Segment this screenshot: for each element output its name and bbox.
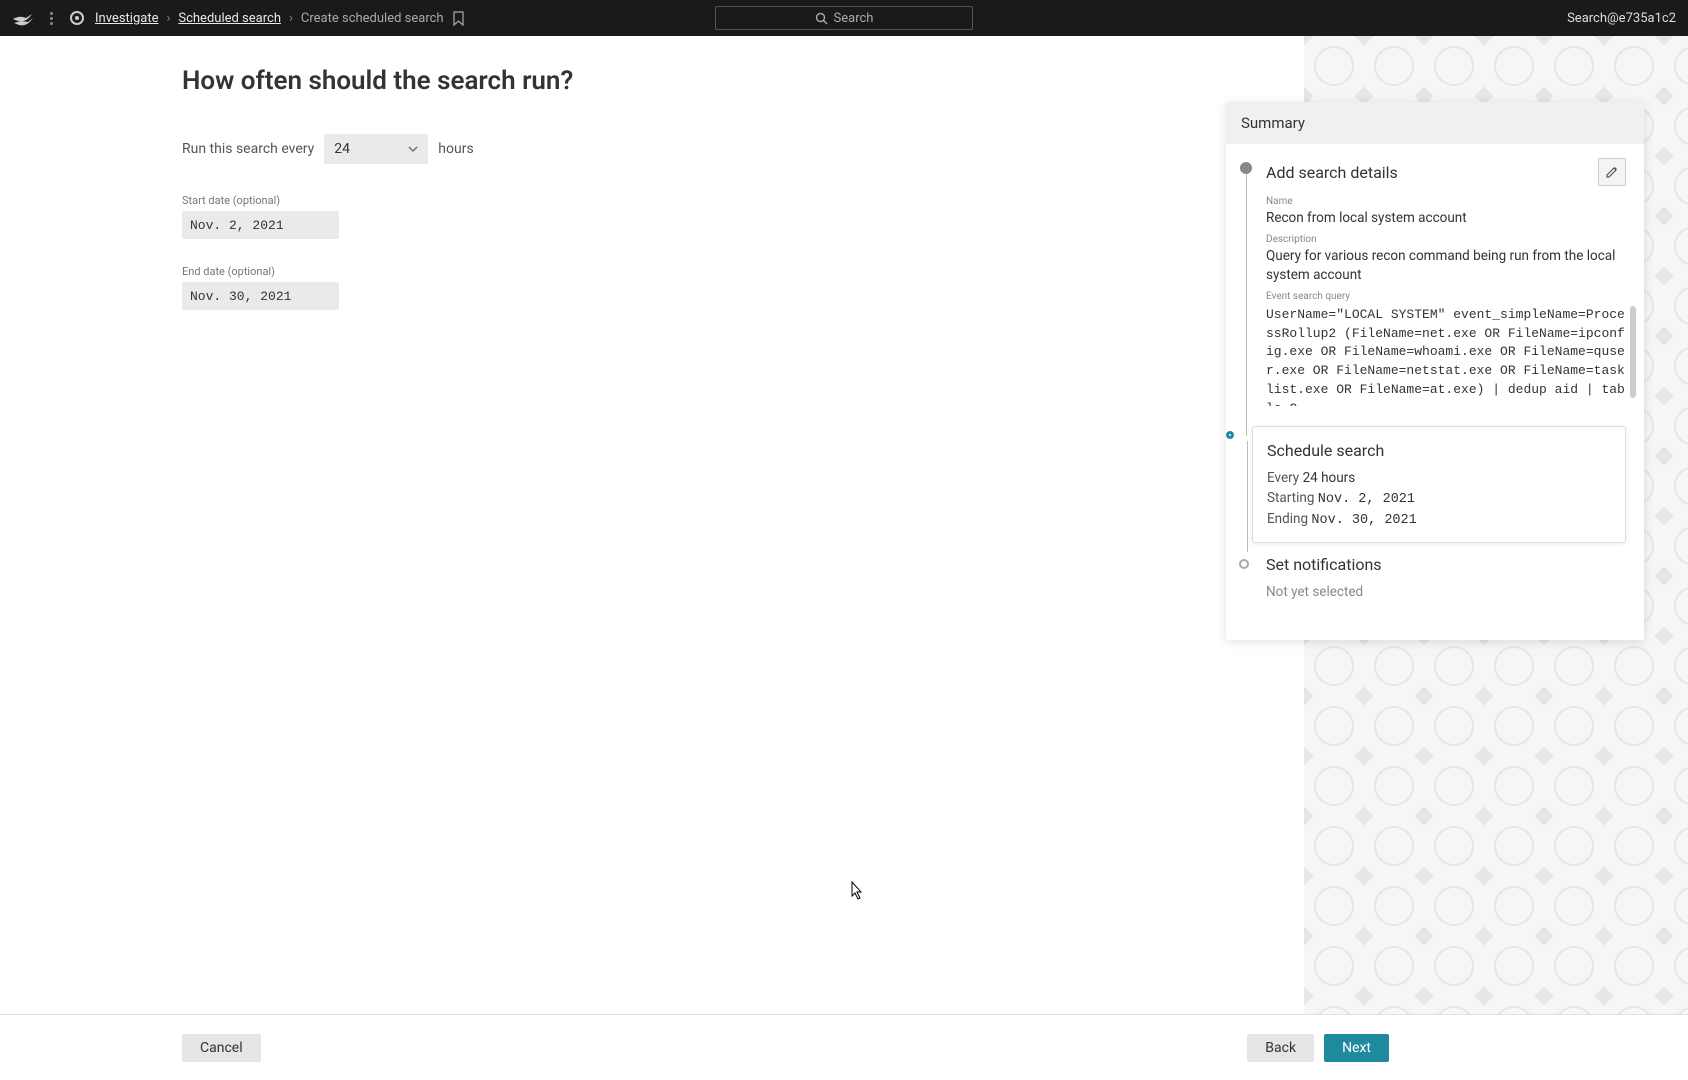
chevron-right-icon: › [289,11,293,26]
name-value: Recon from local system account [1266,209,1626,228]
crowdstrike-logo-icon[interactable] [12,9,34,27]
back-button[interactable]: Back [1247,1034,1314,1062]
run-prefix-label: Run this search every [182,141,314,157]
search-icon [815,12,828,25]
query-value: UserName="LOCAL SYSTEM" event_simpleName… [1266,306,1626,406]
breadcrumb-investigate[interactable]: Investigate [95,11,158,26]
step-title-notifications: Set notifications [1266,555,1382,574]
page-title: How often should the search run? [182,66,882,96]
start-date-label: Start date (optional) [182,194,882,207]
next-button[interactable]: Next [1324,1034,1389,1062]
description-value: Query for various recon command being ru… [1266,247,1626,285]
end-date-input[interactable]: Nov. 30, 2021 [182,282,339,310]
step-marker-active-icon [1226,431,1234,439]
breadcrumb-current: Create scheduled search [301,11,444,26]
edit-details-button[interactable] [1598,158,1626,186]
target-icon[interactable] [69,10,85,26]
pencil-icon [1605,165,1619,179]
footer-bar: Cancel Back Next [0,1014,1688,1080]
summary-step-notifications: Set notifications Not yet selected [1266,555,1626,620]
step-marker-pending-icon [1239,559,1249,569]
summary-step-details: Add search details Name Recon from local… [1266,158,1626,426]
step-marker-done-icon [1240,162,1252,174]
menu-dots-icon[interactable] [50,12,53,25]
step-title-schedule: Schedule search [1267,441,1384,460]
summary-panel: Summary Add search details Name Recon fr… [1226,102,1644,640]
global-search-input[interactable]: Search [715,6,973,30]
query-label: Event search query [1266,291,1626,302]
topbar: Investigate › Scheduled search › Create … [0,0,1688,36]
cancel-button[interactable]: Cancel [182,1034,261,1062]
description-label: Description [1266,234,1626,245]
summary-header: Summary [1226,102,1644,144]
query-scrollbar[interactable] [1630,306,1636,398]
end-date-label: End date (optional) [182,265,882,278]
summary-step-schedule: Schedule search Every 24 hours Starting … [1252,426,1626,543]
step-title-details: Add search details [1266,163,1398,182]
search-placeholder: Search [834,11,874,26]
interval-unit-label: hours [438,141,473,157]
chevron-down-icon [408,146,418,152]
cursor-icon [847,881,865,903]
interval-value: 24 [334,141,350,157]
start-date-input[interactable]: Nov. 2, 2021 [182,211,339,239]
name-label: Name [1266,196,1626,207]
bookmark-icon[interactable] [452,11,465,26]
breadcrumb-scheduled-search[interactable]: Scheduled search [178,11,281,26]
notifications-status: Not yet selected [1266,584,1626,600]
breadcrumb: Investigate › Scheduled search › Create … [95,11,465,26]
account-label[interactable]: Search@e735a1c2 [1567,11,1676,26]
chevron-right-icon: › [166,11,170,26]
interval-select[interactable]: 24 [324,134,428,164]
